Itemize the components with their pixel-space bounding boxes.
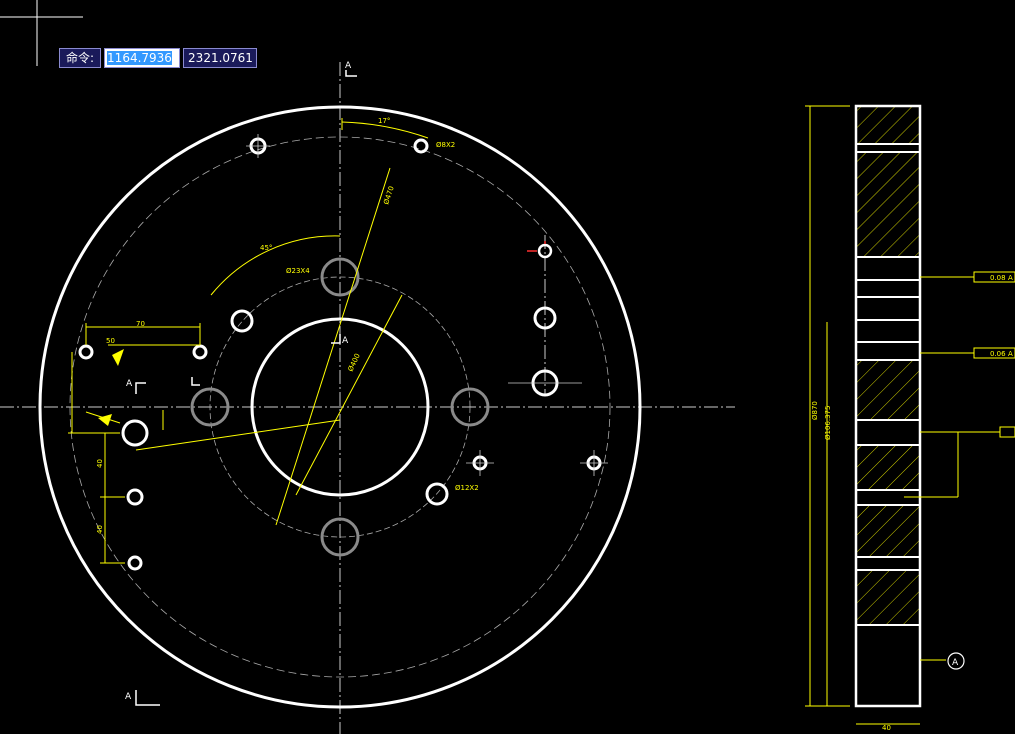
- section-a-center: A: [342, 336, 349, 346]
- command-coordinate-bar: 命令: 1164.7936 2321.0761: [59, 48, 258, 68]
- dim-40-bottom: 40: [882, 724, 891, 732]
- dim-50: 50: [106, 337, 115, 345]
- dim-hole-8x2: Ø8X2: [436, 141, 455, 149]
- dim-hole-12x2: Ø12X2: [455, 484, 479, 492]
- section-a-bottom: A: [125, 692, 132, 702]
- datum-a-label: A: [952, 658, 959, 668]
- dimension-arrows: [98, 349, 124, 426]
- dim-angle-17: 17°: [378, 117, 390, 125]
- dim-hole-23x4: Ø23X4: [286, 267, 310, 275]
- x-coordinate-value: 1164.7936: [107, 51, 172, 65]
- command-label: 命令:: [59, 48, 102, 68]
- dim-40b: 40: [96, 525, 104, 534]
- tolerance-value-2: 0.06: [990, 350, 1006, 358]
- dim-dia-870: Ø870: [811, 401, 819, 420]
- y-coordinate-input[interactable]: 2321.0761: [183, 48, 258, 68]
- dim-dia-inner: Ø106.375: [824, 406, 832, 440]
- centerlines: [0, 62, 735, 734]
- section-markers: [135, 70, 357, 706]
- dim-70: 70: [136, 320, 145, 328]
- dim-dia-470: Ø470: [382, 185, 395, 205]
- section-a-left: A: [126, 379, 133, 389]
- dim-angle-45: 45°: [260, 244, 272, 252]
- dim-dia-400: Ø400: [347, 352, 362, 372]
- x-coordinate-input[interactable]: 1164.7936: [104, 48, 181, 68]
- dimension-lines: [68, 118, 429, 564]
- tolerance-value-1: 0.08: [990, 274, 1006, 282]
- cad-drawing-canvas[interactable]: 17° Ø8X2 Ø470 45° Ø23X4 Ø400 Ø12X2 70 50…: [0, 0, 1015, 734]
- side-section-view: 0.08 A 0.06 A Ø870 Ø106.375 40 A: [805, 104, 1015, 732]
- tolerance-datum-1: A: [1008, 274, 1013, 282]
- section-a-top: A: [345, 61, 352, 71]
- dimension-text: 17° Ø8X2 Ø470 45° Ø23X4 Ø400 Ø12X2 70 50…: [96, 117, 479, 534]
- dim-40a: 40: [96, 459, 104, 468]
- tolerance-datum-2: A: [1008, 350, 1013, 358]
